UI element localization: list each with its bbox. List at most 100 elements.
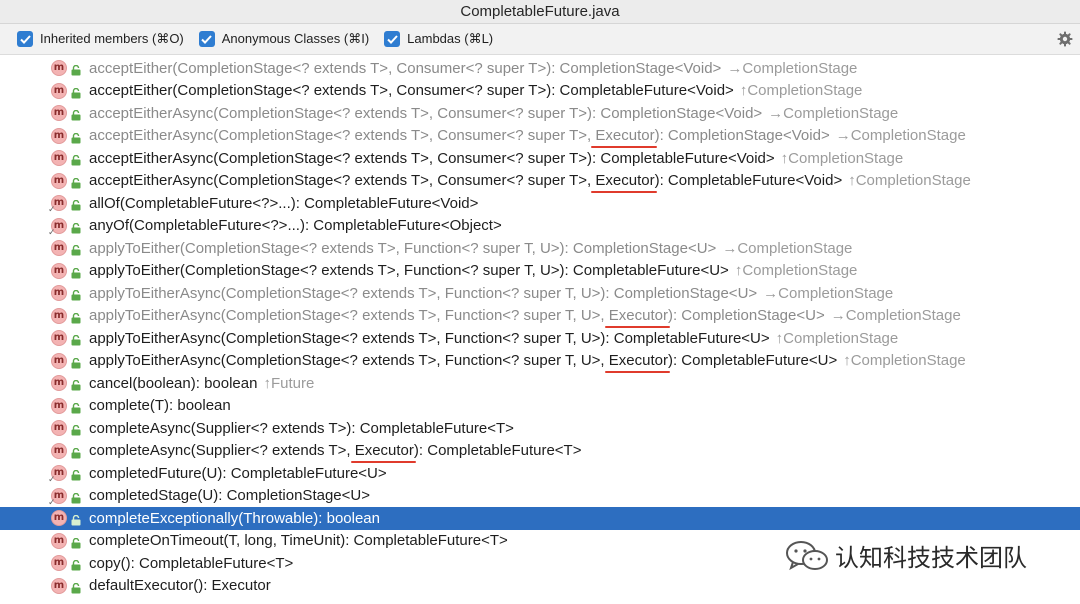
member-signature: acceptEither(CompletionStage<? extends T… [89,60,721,77]
filter-inherited-members[interactable]: Inherited members (⌘O) [17,31,184,47]
member-icons: m [0,507,89,529]
member-row[interactable]: m completeAsync(Supplier<? extends T>): C… [0,417,1080,440]
member-row[interactable]: m ✓ completedFuture(U): CompletableFuture<… [0,462,1080,485]
structure-toolbar: Inherited members (⌘O) Anonymous Classes… [0,24,1080,55]
signature-text-end: ): CompletableFuture<Void> [654,172,843,190]
member-row[interactable]: m acceptEitherAsync(CompletionStage<? ext… [0,125,1080,149]
method-badge-icon: m [51,442,67,459]
member-signature: allOf(CompletableFuture<?>...): Completa… [89,195,478,212]
executor-param-highlight: Executor [591,127,657,149]
signature-text-end: ): CompletionStage<U> [667,307,825,325]
signature-text: applyToEither(CompletionStage<? extends … [89,239,717,257]
signature-text: acceptEitherAsync(CompletionStage<? exte… [89,127,596,145]
member-icons: m [0,237,89,259]
watermark-text: 认知科技技术团队 [835,544,1027,572]
method-badge-icon: m [51,375,67,392]
public-lock-icon [71,356,81,369]
public-lock-icon [71,581,81,594]
public-lock-icon [71,468,81,481]
member-icons: m [0,417,89,439]
member-row[interactable]: m completeAsync(Supplier<? extends T>, Ex… [0,440,1080,464]
member-signature: cancel(boolean): boolean [89,375,257,392]
member-signature: completeAsync(Supplier<? extends T>): Co… [89,420,514,437]
checkbox-checked-icon[interactable] [384,31,401,47]
member-row[interactable]: m acceptEitherAsync(CompletionStage<? ext… [0,170,1080,194]
member-icons: m ✓ [0,215,89,237]
member-origin: ↑CompletionStage [848,172,971,190]
member-row[interactable]: m applyToEitherAsync(CompletionStage<? ex… [0,350,1080,374]
member-icons: m [0,327,89,349]
member-row[interactable]: m acceptEither(CompletionStage<? extends … [0,80,1080,103]
member-row[interactable]: m acceptEitherAsync(CompletionStage<? ext… [0,102,1080,125]
public-lock-icon [71,513,81,526]
filter-label: Inherited members (⌘O) [40,31,184,46]
static-marker-icon: ✓ [48,204,56,215]
method-badge-icon: m [51,285,67,302]
member-signature: completeOnTimeout(T, long, TimeUnit): Co… [89,532,508,549]
method-badge-icon: m [51,555,67,572]
static-marker-icon: ✓ [48,496,56,507]
signature-text: applyToEitherAsync(CompletionStage<? ext… [89,284,758,302]
member-row[interactable]: m cancel(boolean): boolean ↑Future [0,372,1080,395]
method-badge-icon: m [51,330,67,347]
filter-label: Lambdas (⌘L) [407,31,494,46]
member-row[interactable]: m complete(T): boolean [0,395,1080,418]
signature-text: applyToEitherAsync(CompletionStage<? ext… [89,352,609,370]
member-row[interactable]: m defaultExecutor(): Executor [0,575,1080,598]
public-lock-icon [71,558,81,571]
member-row[interactable]: m acceptEither(CompletionStage<? extends … [0,57,1080,80]
member-row[interactable]: m applyToEitherAsync(CompletionStage<? ex… [0,327,1080,350]
signature-text: completedFuture(U): CompletableFuture<U> [89,464,387,482]
member-icons: m ✓ [0,485,89,507]
member-icons: m [0,305,89,327]
method-badge-icon: m [51,307,67,324]
signature-text: allOf(CompletableFuture<?>...): Completa… [89,194,479,212]
signature-text: complete(T): boolean [89,397,231,415]
public-lock-icon [71,378,81,391]
method-badge-icon: m [51,60,67,77]
method-badge-icon: m [51,532,67,549]
member-row[interactable]: m acceptEitherAsync(CompletionStage<? ext… [0,147,1080,170]
member-signature: defaultExecutor(): Executor [89,577,271,594]
gear-icon[interactable] [1057,31,1073,47]
signature-text: copy(): CompletableFuture<T> [89,554,294,572]
method-badge-icon: m [51,420,67,437]
member-icons: m [0,552,89,574]
member-origin: →CompletionStage [727,59,858,77]
member-signature: completedStage(U): CompletionStage<U> [89,487,370,504]
member-row[interactable]: m applyToEither(CompletionStage<? extends… [0,237,1080,260]
public-lock-icon [71,63,81,76]
signature-text: acceptEither(CompletionStage<? extends T… [89,82,734,100]
member-signature: copy(): CompletableFuture<T> [89,555,293,572]
signature-text-end: ): CompletableFuture<T> [413,442,582,460]
filter-lambdas[interactable]: Lambdas (⌘L) [384,31,493,47]
member-row[interactable]: m ✓ anyOf(CompletableFuture<?>...): Comple… [0,215,1080,238]
member-icons: m [0,170,89,192]
member-row[interactable]: m applyToEither(CompletionStage<? extends… [0,260,1080,283]
member-origin: ↑Future [263,374,315,392]
member-row[interactable]: m applyToEitherAsync(CompletionStage<? ex… [0,282,1080,305]
method-badge-icon: m [51,262,67,279]
member-row[interactable]: m completeExceptionally(Throwable): boole… [0,507,1080,530]
public-lock-icon [71,491,81,504]
member-row[interactable]: m ✓ allOf(CompletableFuture<?>...): Comple… [0,192,1080,215]
member-icons: m [0,350,89,372]
filter-anonymous-classes[interactable]: Anonymous Classes (⌘I) [198,31,369,47]
member-row[interactable]: m ✓ completedStage(U): CompletionStage<U> [0,485,1080,508]
wechat-icon [785,539,829,573]
public-lock-icon [71,153,81,166]
member-origin: ↑CompletionStage [843,352,966,370]
member-icons: m [0,102,89,124]
member-signature: acceptEither(CompletionStage<? extends T… [89,82,734,99]
signature-text: applyToEitherAsync(CompletionStage<? ext… [89,329,770,347]
method-badge-icon: m [51,352,67,369]
signature-text: anyOf(CompletableFuture<?>...): Completa… [89,217,502,235]
watermark: 认知科技技术团队 [785,538,1027,573]
member-origin: ↑CompletionStage [734,262,858,280]
checkbox-checked-icon[interactable] [198,31,215,47]
executor-param-highlight: Executor [350,442,417,464]
member-icons: m [0,57,89,79]
member-row[interactable]: m applyToEitherAsync(CompletionStage<? ex… [0,305,1080,329]
checkbox-checked-icon[interactable] [17,31,33,47]
member-signature: acceptEitherAsync(CompletionStage<? exte… [89,127,830,149]
